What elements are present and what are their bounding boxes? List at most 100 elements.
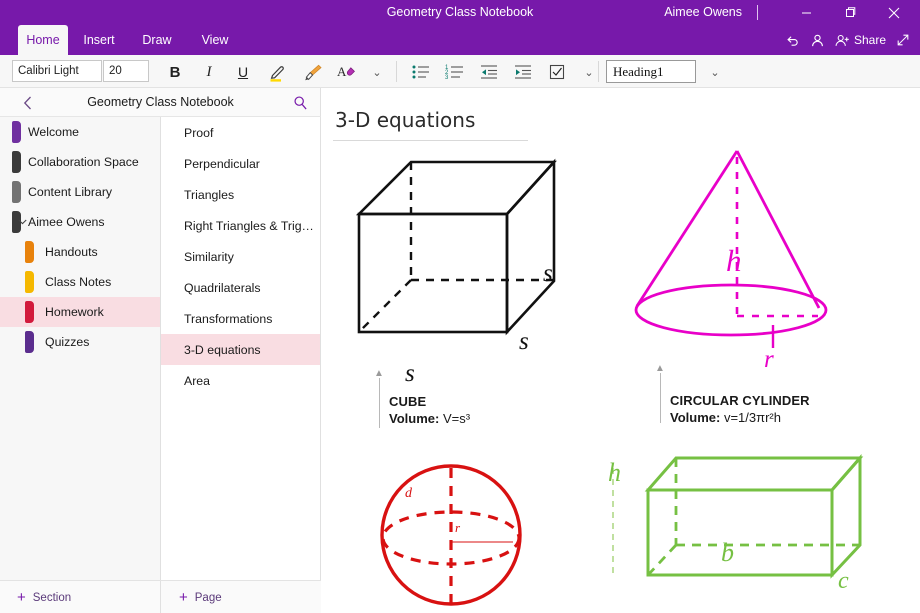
- add-page-button[interactable]: + Page: [161, 581, 321, 613]
- cube-note-handle[interactable]: ▲: [373, 370, 385, 428]
- section-item-collaboration-space[interactable]: Collaboration Space: [0, 147, 160, 177]
- chevron-down-icon[interactable]: [18, 207, 27, 237]
- cylinder-volume-value: v=1/3πr²h: [724, 410, 781, 425]
- section-item-content-library[interactable]: Content Library: [0, 177, 160, 207]
- cylinder-volume-label: Volume:: [670, 410, 720, 425]
- close-icon: [888, 7, 900, 19]
- cylinder-caption-volume: Volume: v=1/3πr²h: [670, 410, 810, 425]
- section-label: Class Notes: [0, 275, 111, 289]
- page-item-proof[interactable]: Proof: [161, 117, 320, 148]
- note-canvas[interactable]: 3-D equations s s s ▲ CUBE Volume: V=s³: [321, 88, 920, 613]
- section-group-aimee-owens[interactable]: Aimee Owens: [0, 207, 160, 237]
- font-name-input[interactable]: Calibri Light: [12, 60, 102, 82]
- bulleted-list-icon: [411, 63, 431, 81]
- section-color-tab: [12, 151, 21, 173]
- onenote-window: Geometry Class Notebook Aimee Owens Home…: [0, 0, 920, 613]
- section-color-tab: [12, 121, 21, 143]
- bulleted-list-button[interactable]: [408, 60, 434, 84]
- expand-button[interactable]: [896, 33, 910, 47]
- page-list: Proof Perpendicular Triangles Right Tria…: [161, 117, 321, 580]
- cube-caption[interactable]: CUBE Volume: V=s³: [389, 394, 470, 426]
- numbered-list-button[interactable]: 1 2 3: [442, 60, 468, 84]
- page-item-right-triangles-trig[interactable]: Right Triangles & Trig…: [161, 210, 320, 241]
- section-item-welcome[interactable]: Welcome: [0, 117, 160, 147]
- cube-label-s-bottom-right: s: [519, 328, 529, 356]
- font-color-button[interactable]: A: [334, 60, 360, 84]
- search-icon: [293, 95, 308, 110]
- sphere-diagram[interactable]: [363, 460, 543, 613]
- minimize-icon: [801, 7, 812, 18]
- numbered-list-icon: 1 2 3: [445, 63, 465, 81]
- cube-diagram[interactable]: [349, 148, 569, 353]
- page-item-similarity[interactable]: Similarity: [161, 241, 320, 272]
- section-label: Quizzes: [0, 335, 89, 349]
- add-section-button[interactable]: + Section: [0, 581, 161, 613]
- section-item-quizzes[interactable]: Quizzes: [0, 327, 160, 357]
- page-item-perpendicular[interactable]: Perpendicular: [161, 148, 320, 179]
- search-button[interactable]: [288, 88, 312, 117]
- checkbox-tag-icon: [548, 63, 566, 81]
- underline-button[interactable]: U: [230, 60, 256, 84]
- style-more-button[interactable]: ⌄: [702, 60, 728, 84]
- section-color-tab: [12, 181, 21, 203]
- person-icon: [810, 33, 825, 48]
- toolbar-divider: [396, 61, 397, 82]
- cube-label-s-right: s: [543, 260, 553, 288]
- ribbon-right-actions: Share: [785, 25, 916, 55]
- tab-insert[interactable]: Insert: [76, 25, 122, 55]
- share-button[interactable]: Share: [835, 33, 886, 48]
- plus-icon: +: [17, 589, 26, 606]
- cone-label-h: h: [726, 243, 742, 279]
- cylinder-caption[interactable]: CIRCULAR CYLINDER Volume: v=1/3πr²h: [670, 393, 810, 425]
- bold-button[interactable]: B: [162, 60, 188, 84]
- page-item-3d-equations[interactable]: 3-D equations: [161, 334, 320, 365]
- increase-indent-button[interactable]: [510, 60, 536, 84]
- restore-button[interactable]: [828, 0, 872, 25]
- tab-draw[interactable]: Draw: [136, 25, 178, 55]
- section-item-class-notes[interactable]: Class Notes: [0, 267, 160, 297]
- nav-notebook-title: Geometry Class Notebook: [0, 88, 321, 117]
- style-select[interactable]: Heading1: [606, 60, 696, 83]
- page-item-area[interactable]: Area: [161, 365, 320, 396]
- font-more-button[interactable]: ⌄: [364, 60, 390, 84]
- page-item-transformations[interactable]: Transformations: [161, 303, 320, 334]
- cube-label-s-bottom: s: [405, 360, 415, 388]
- section-color-tab: [25, 271, 34, 293]
- undo-button[interactable]: [785, 33, 800, 48]
- format-painter-button[interactable]: [300, 60, 326, 84]
- highlight-button[interactable]: [264, 60, 290, 84]
- account-name[interactable]: Aimee Owens: [664, 0, 742, 25]
- expand-diagonal-icon: [896, 33, 910, 47]
- svg-text:3: 3: [445, 75, 449, 81]
- prism-label-b: b: [721, 538, 734, 568]
- section-list: Welcome Collaboration Space Content Libr…: [0, 117, 161, 580]
- note-handle-arrow-icon: ▲: [374, 370, 384, 378]
- italic-button[interactable]: I: [196, 60, 222, 84]
- undo-icon: [785, 33, 800, 48]
- page-item-quadrilaterals[interactable]: Quadrilaterals: [161, 272, 320, 303]
- share-label: Share: [854, 33, 886, 47]
- tab-view[interactable]: View: [194, 25, 236, 55]
- note-handle-stem: [379, 378, 380, 428]
- notebook-title: Geometry Class Notebook: [0, 0, 920, 25]
- close-button[interactable]: [872, 0, 916, 25]
- section-item-homework[interactable]: Homework: [0, 297, 160, 327]
- minimize-button[interactable]: [784, 0, 828, 25]
- todo-tag-button[interactable]: [544, 60, 570, 84]
- account-button[interactable]: [810, 33, 825, 48]
- page-item-triangles[interactable]: Triangles: [161, 179, 320, 210]
- tab-home[interactable]: Home: [18, 25, 68, 55]
- font-color-icon: A: [336, 61, 358, 83]
- note-handle-stem: [660, 373, 661, 423]
- decrease-indent-button[interactable]: [476, 60, 502, 84]
- cone-note-handle[interactable]: ▲: [654, 365, 666, 423]
- ribbon-tab-row: Home Insert Draw View: [0, 25, 920, 55]
- page-title[interactable]: 3-D equations: [335, 108, 475, 132]
- section-item-handouts[interactable]: Handouts: [0, 237, 160, 267]
- font-size-input[interactable]: 20: [103, 60, 149, 82]
- note-handle-arrow-icon: ▲: [655, 365, 665, 373]
- section-color-tab: [25, 301, 34, 323]
- cylinder-caption-title: CIRCULAR CYLINDER: [670, 393, 810, 408]
- add-section-label: Section: [33, 592, 71, 604]
- section-label: Homework: [0, 305, 104, 319]
